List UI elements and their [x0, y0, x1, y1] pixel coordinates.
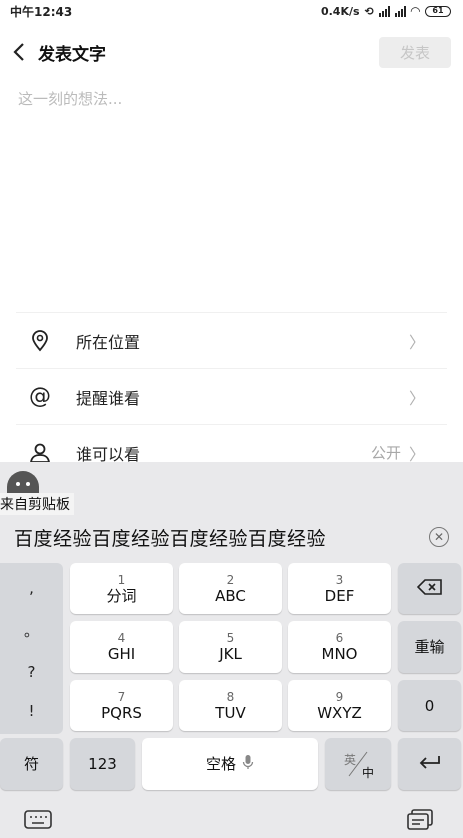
- keyboard-bottom-bar: [0, 800, 463, 838]
- key-number: 4: [117, 631, 126, 645]
- close-icon[interactable]: ✕: [429, 527, 449, 547]
- key-label: WXYZ: [317, 703, 362, 722]
- number-toggle-key[interactable]: 123: [70, 738, 135, 790]
- key-label: GHI: [107, 645, 136, 663]
- key-number: 5: [226, 631, 235, 645]
- key-number: 8: [226, 689, 235, 704]
- option-label: 谁可以看: [76, 444, 141, 464]
- signal-icon: [378, 5, 390, 17]
- keyboard-toolbar: 来自剪贴板: [0, 462, 463, 515]
- location-pin-icon: [28, 329, 52, 353]
- punct-key-question[interactable]: ?: [0, 651, 63, 693]
- page-title: 发表文字: [38, 44, 106, 65]
- status-bar: 中午12:43 0.4K/s ⟲ ◠ 61: [0, 0, 463, 22]
- key-label: 0: [424, 696, 435, 715]
- key-1[interactable]: 1 分词: [70, 563, 173, 614]
- space-key[interactable]: 空格: [142, 738, 318, 790]
- publish-button[interactable]: 发表: [379, 37, 451, 68]
- signal-icon-2: [394, 5, 406, 17]
- key-5[interactable]: 5 JKL: [179, 621, 282, 673]
- option-label: 所在位置: [76, 332, 141, 352]
- key-9[interactable]: 9 WXYZ: [288, 680, 391, 731]
- post-text-input[interactable]: 这一刻的想法...: [18, 88, 448, 288]
- clipboard-icon[interactable]: [406, 809, 434, 831]
- option-label: 提醒谁看: [76, 388, 141, 408]
- key-number: 6: [335, 631, 344, 645]
- key-7[interactable]: 7 PQRS: [70, 680, 173, 731]
- enter-icon: [418, 754, 442, 774]
- chevron-right-icon: 〉: [408, 388, 425, 408]
- key-label: PQRS: [101, 703, 142, 722]
- punctuation-column: , 。 ? !: [0, 563, 63, 734]
- key-number: 3: [335, 572, 344, 587]
- wifi-icon: ◠: [410, 4, 420, 18]
- language-divider-icon: [348, 751, 368, 777]
- lang-en-label: 英: [344, 753, 357, 767]
- network-speed: 0.4K/s: [320, 4, 360, 18]
- suggestion-bar: 百度经验百度经验百度经验百度经验 ✕: [0, 512, 463, 562]
- key-label: 空格: [205, 755, 236, 773]
- key-4[interactable]: 4 GHI: [70, 621, 173, 673]
- battery-icon: 61: [425, 5, 451, 17]
- backspace-key[interactable]: [398, 563, 461, 614]
- lang-zh-label: 中: [362, 766, 375, 780]
- chevron-right-icon: 〉: [408, 332, 425, 352]
- key-8[interactable]: 8 TUV: [179, 680, 282, 731]
- punct-key-exclaim[interactable]: !: [0, 690, 63, 732]
- key-label: TUV: [215, 703, 246, 722]
- language-toggle-key[interactable]: 英 中: [325, 738, 391, 790]
- sync-icon: ⟲: [364, 4, 374, 18]
- key-6[interactable]: 6 MNO: [288, 621, 391, 673]
- key-label: 123: [88, 755, 117, 773]
- retype-key[interactable]: 重输: [398, 621, 461, 673]
- option-mention[interactable]: @ 提醒谁看 〉: [16, 368, 447, 424]
- zero-key[interactable]: 0: [398, 680, 461, 731]
- punct-key-comma[interactable]: ,: [0, 567, 63, 609]
- person-icon: [28, 441, 52, 465]
- status-time: 中午12:43: [10, 4, 73, 19]
- punct-key-period[interactable]: 。: [0, 609, 63, 651]
- option-location[interactable]: 所在位置 〉: [16, 312, 447, 368]
- status-icons: 0.4K/s ⟲ ◠ 61: [321, 4, 451, 18]
- key-number: 7: [117, 689, 126, 704]
- key-number: 9: [335, 689, 344, 704]
- symbol-key[interactable]: 符: [0, 738, 63, 790]
- key-label: MNO: [321, 645, 358, 663]
- key-label: 符: [23, 755, 39, 773]
- key-2[interactable]: 2 ABC: [179, 563, 282, 614]
- back-arrow-icon[interactable]: [6, 39, 32, 65]
- enter-key[interactable]: [398, 738, 461, 790]
- key-label: JKL: [219, 645, 242, 663]
- header: 发表文字 发表: [0, 30, 463, 74]
- key-3[interactable]: 3 DEF: [288, 563, 391, 614]
- chevron-right-icon: 〉: [408, 444, 425, 464]
- post-options: 所在位置 〉 @ 提醒谁看 〉 谁可以看 公开 〉: [16, 312, 447, 480]
- at-sign-icon: @: [29, 384, 51, 409]
- clipboard-suggestion[interactable]: 百度经验百度经验百度经验百度经验: [14, 524, 326, 551]
- key-label: DEF: [324, 586, 355, 605]
- key-label: 重输: [414, 638, 445, 656]
- key-number: 2: [226, 572, 235, 587]
- microphone-icon: [242, 754, 254, 774]
- keyboard-icon[interactable]: [24, 809, 52, 831]
- key-label: 分词: [106, 586, 137, 605]
- key-label: ABC: [215, 586, 246, 605]
- visibility-value: 公开: [370, 444, 401, 462]
- backspace-icon: [416, 578, 443, 599]
- key-number: 1: [117, 572, 126, 587]
